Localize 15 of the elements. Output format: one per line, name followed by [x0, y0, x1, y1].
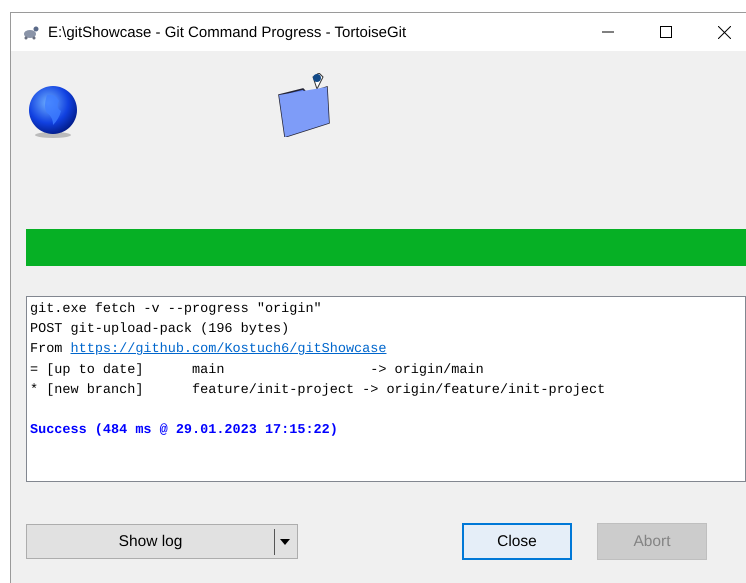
log-line: git.exe fetch -v --progress "origin" [30, 301, 323, 319]
log-line: = [up to date] main -> origin/main [30, 362, 485, 380]
success-message: Success (484 ms @ 29.01.2023 17:15:22) [30, 422, 339, 440]
caret-icon[interactable] [280, 538, 290, 544]
show-log-split-button[interactable]: Show log [26, 524, 298, 559]
tortoise-icon [22, 24, 40, 40]
log-line: POST git-upload-pack (196 bytes) [30, 321, 290, 340]
log-text: From [30, 342, 64, 358]
dialog-button[interactable]: Close [462, 523, 572, 560]
close-icon[interactable] [718, 26, 731, 38]
repository-link[interactable]: https://github.com/Kostuch6/gitShowcase [70, 342, 386, 358]
window-title: E:\gitShowcase - Git Command Progress - TortoiseGit [48, 24, 406, 40]
maximize-icon[interactable] [660, 26, 672, 38]
log-line: * [new branch] feature/init-project -> origin/feature/init-project [30, 382, 606, 400]
globe-icon [27, 85, 79, 139]
